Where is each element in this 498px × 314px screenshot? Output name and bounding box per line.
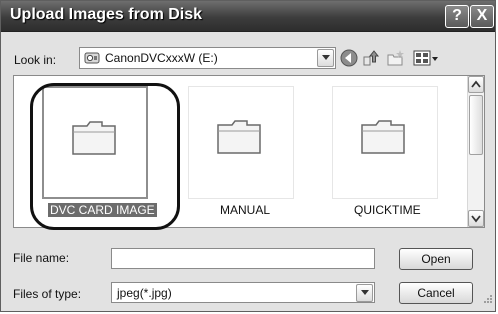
file-type-value: jpeg(*.jpg) xyxy=(117,286,172,300)
upload-dialog: Upload Images from Disk ? X Look in: Can… xyxy=(0,0,496,312)
callout-circle xyxy=(30,83,180,230)
file-label-quicktime[interactable]: QUICKTIME xyxy=(354,203,421,217)
file-name-label: File name: xyxy=(13,251,70,265)
file-type-select[interactable]: jpeg(*.jpg) xyxy=(111,282,375,303)
drive-icon xyxy=(84,51,100,70)
file-type-label: Files of type: xyxy=(13,287,82,301)
open-button[interactable]: Open xyxy=(399,248,473,270)
scroll-up-button[interactable] xyxy=(468,76,484,93)
file-type-dropdown-button[interactable] xyxy=(356,284,373,302)
look-in-value: CanonDVCxxxW (E:) xyxy=(105,51,218,65)
folder-icon xyxy=(217,120,261,154)
back-icon[interactable] xyxy=(340,49,358,72)
file-tile-manual[interactable] xyxy=(188,86,294,199)
scroll-thumb[interactable] xyxy=(469,95,483,155)
file-tile-quicktime[interactable] xyxy=(332,86,438,199)
close-button[interactable]: X xyxy=(470,5,494,28)
dialog-title: Upload Images from Disk xyxy=(10,6,203,23)
folder-icon xyxy=(361,120,405,154)
help-button[interactable]: ? xyxy=(445,5,469,28)
file-label-manual[interactable]: MANUAL xyxy=(220,203,270,217)
new-folder-icon[interactable] xyxy=(387,49,405,72)
look-in-label: Look in: xyxy=(14,53,57,67)
look-in-dropdown-button[interactable] xyxy=(317,49,334,67)
cancel-button[interactable]: Cancel xyxy=(399,282,473,304)
resize-grip-icon[interactable] xyxy=(483,291,493,309)
chevron-down-icon xyxy=(322,55,330,60)
chevron-down-icon xyxy=(471,215,481,223)
file-name-input[interactable] xyxy=(111,248,375,269)
vertical-scrollbar[interactable] xyxy=(467,76,484,227)
title-bar[interactable]: Upload Images from Disk ? X xyxy=(1,1,495,32)
scroll-down-button[interactable] xyxy=(468,210,484,227)
up-folder-icon[interactable] xyxy=(362,49,380,72)
chevron-up-icon xyxy=(471,80,481,88)
view-menu-icon[interactable] xyxy=(413,49,439,72)
chevron-down-icon xyxy=(361,290,369,295)
look-in-select[interactable]: CanonDVCxxxW (E:) xyxy=(79,47,336,69)
